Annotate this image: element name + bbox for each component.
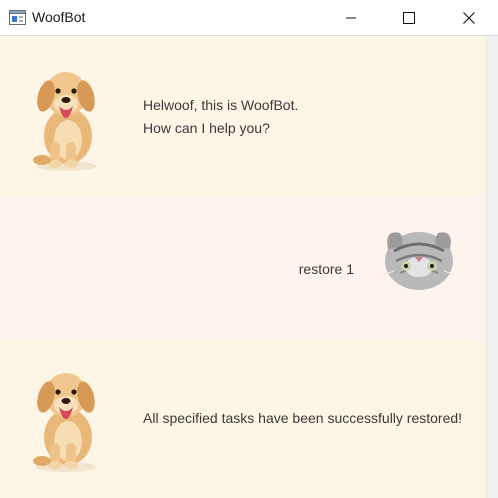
- minimize-icon: [346, 17, 356, 18]
- user-message-text: restore 1: [298, 261, 354, 277]
- maximize-button[interactable]: [386, 0, 432, 35]
- bot-message-row: All specified tasks have been successful…: [0, 339, 485, 498]
- chat-dialog-list[interactable]: Helwoof, this is WoofBot. How can I help…: [0, 36, 498, 498]
- maximize-icon: [403, 11, 415, 24]
- puppy-avatar: [28, 363, 104, 480]
- cat-avatar: [380, 221, 458, 300]
- bot-message-text: All specified tasks have been successful…: [143, 410, 463, 426]
- close-icon: [463, 11, 475, 24]
- scroll-track[interactable]: [485, 36, 498, 498]
- window-title: WoofBot: [32, 9, 86, 25]
- window-app-icon[interactable]: [9, 10, 26, 30]
- title-bar: WoofBot: [0, 0, 498, 36]
- minimize-button[interactable]: [328, 0, 374, 35]
- puppy-avatar: [28, 62, 104, 179]
- user-message-row: restore 1: [0, 197, 485, 339]
- close-button[interactable]: [446, 0, 492, 35]
- bot-message-row: Helwoof, this is WoofBot. How can I help…: [0, 36, 485, 197]
- bot-message-text: Helwoof, this is WoofBot. How can I help…: [143, 97, 299, 136]
